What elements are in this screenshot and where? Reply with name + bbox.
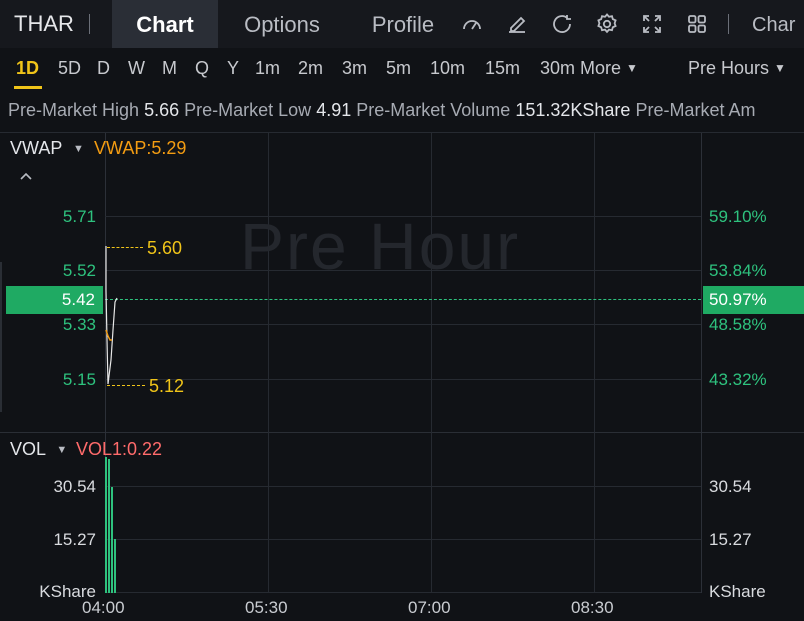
- volume-bar: [114, 539, 116, 593]
- time-tick: 08:30: [571, 598, 614, 617]
- price-tick: 5.71: [62, 207, 96, 226]
- divider: [89, 14, 90, 34]
- premarket-low-value: 4.91: [316, 100, 352, 120]
- volume-tick: 15.27: [53, 530, 96, 549]
- caret-down-icon: ▼: [774, 61, 786, 75]
- edit-icon[interactable]: [505, 12, 529, 36]
- period-1d[interactable]: 1D: [16, 58, 39, 79]
- current-price-line: [105, 299, 701, 300]
- premarket-low-label: Pre-Market Low: [184, 100, 312, 120]
- grid-icon[interactable]: [685, 12, 709, 36]
- current-pct-value: 50.97%: [709, 290, 767, 309]
- chart-top-border: [0, 132, 804, 133]
- premarket-stats: Pre-Market High 5.66 Pre-Market Low 4.91…: [8, 100, 804, 121]
- volume-bar: [111, 487, 113, 593]
- premarket-volume-value: 151.32KShare: [515, 100, 631, 120]
- pct-tick: 48.58%: [709, 315, 767, 334]
- current-price-badge: 5.42: [6, 286, 103, 314]
- premarket-high-value: 5.66: [144, 100, 180, 120]
- more-tab-label[interactable]: Char: [752, 14, 795, 37]
- volume-bar: [105, 457, 107, 593]
- settings-icon[interactable]: [595, 12, 619, 36]
- volume-indicator-select[interactable]: VOL ▼: [10, 439, 67, 460]
- period-3m[interactable]: 3m: [342, 58, 367, 79]
- period-more[interactable]: More ▼: [580, 58, 638, 79]
- caret-down-icon: ▼: [56, 444, 68, 456]
- period-y[interactable]: Y: [227, 58, 239, 79]
- premarket-volume-label: Pre-Market Volume: [356, 100, 511, 120]
- top-nav: THAR Chart Options Profile Char: [0, 0, 804, 48]
- current-pct-badge: 50.97%: [703, 286, 804, 314]
- time-tick: 07:00: [408, 598, 451, 617]
- grid-vline: [268, 133, 269, 593]
- pct-tick: 43.32%: [709, 370, 767, 389]
- indicator-name: VWAP: [10, 138, 63, 158]
- high-marker-value: 5.60: [147, 238, 183, 258]
- grid-hline: [105, 379, 701, 380]
- period-q[interactable]: Q: [195, 58, 209, 79]
- vwap-value: VWAP:5.29: [94, 138, 187, 158]
- period-10m[interactable]: 10m: [430, 58, 465, 79]
- caret-down-icon: ▼: [73, 143, 84, 155]
- period-2m[interactable]: 2m: [298, 58, 323, 79]
- price-tick: 5.33: [62, 315, 96, 334]
- tab-options[interactable]: Options: [226, 0, 338, 48]
- price-line-chart: [105, 246, 118, 385]
- volume-bars: [105, 457, 116, 593]
- price-tick: 5.15: [62, 370, 96, 389]
- indicator-select[interactable]: VWAP ▼: [10, 138, 84, 159]
- volume-tick: 30.54: [709, 477, 752, 496]
- period-15m[interactable]: 15m: [485, 58, 520, 79]
- period-1m[interactable]: 1m: [255, 58, 280, 79]
- grid-vline: [594, 133, 595, 593]
- period-m[interactable]: M: [162, 58, 177, 79]
- fullscreen-icon[interactable]: [640, 12, 664, 36]
- period-w[interactable]: W: [128, 58, 145, 79]
- active-period-underline: [14, 86, 42, 89]
- session-select-label: Pre Hours: [688, 58, 770, 78]
- time-tick: 04:00: [82, 598, 125, 617]
- low-marker-value: 5.12: [149, 376, 185, 396]
- pct-tick: 53.84%: [709, 261, 767, 280]
- left-scroll-handle[interactable]: [0, 262, 2, 412]
- period-5m[interactable]: 5m: [386, 58, 411, 79]
- panel-divider: [0, 432, 804, 433]
- volume-indicator-name: VOL: [10, 439, 46, 459]
- period-more-label: More: [580, 58, 622, 78]
- period-30m[interactable]: 30m: [540, 58, 575, 79]
- caret-down-icon: ▼: [626, 61, 638, 75]
- grid-hline: [105, 592, 701, 593]
- grid-hline: [105, 539, 701, 540]
- grid-hline: [105, 324, 701, 325]
- chart-watermark: Pre Hour: [240, 209, 521, 283]
- collapse-chevron-up-icon[interactable]: [16, 166, 36, 186]
- volume-tick: 15.27: [709, 530, 752, 549]
- price-tick: 5.52: [62, 261, 96, 280]
- divider: [728, 14, 729, 34]
- grid-hline: [105, 486, 701, 487]
- premarket-high-label: Pre-Market High: [8, 100, 140, 120]
- premarket-amount-label: Pre-Market Am: [635, 100, 756, 120]
- grid-vline: [431, 133, 432, 593]
- volume-tick: 30.54: [53, 477, 96, 496]
- session-select[interactable]: Pre Hours ▼: [688, 58, 786, 79]
- current-price-value: 5.42: [61, 290, 95, 309]
- volume-unit: KShare: [709, 582, 766, 601]
- pct-tick: 59.10%: [709, 207, 767, 226]
- tab-profile[interactable]: Profile: [350, 0, 456, 48]
- ticker-symbol: THAR: [14, 11, 74, 36]
- tab-chart[interactable]: Chart: [112, 0, 218, 48]
- period-5d[interactable]: 5D: [58, 58, 81, 79]
- grid-vline: [701, 133, 702, 593]
- time-tick: 05:30: [245, 598, 288, 617]
- refresh-icon[interactable]: [550, 12, 574, 36]
- gauge-icon[interactable]: [460, 12, 484, 36]
- volume-bar: [108, 459, 110, 593]
- period-d[interactable]: D: [97, 58, 110, 79]
